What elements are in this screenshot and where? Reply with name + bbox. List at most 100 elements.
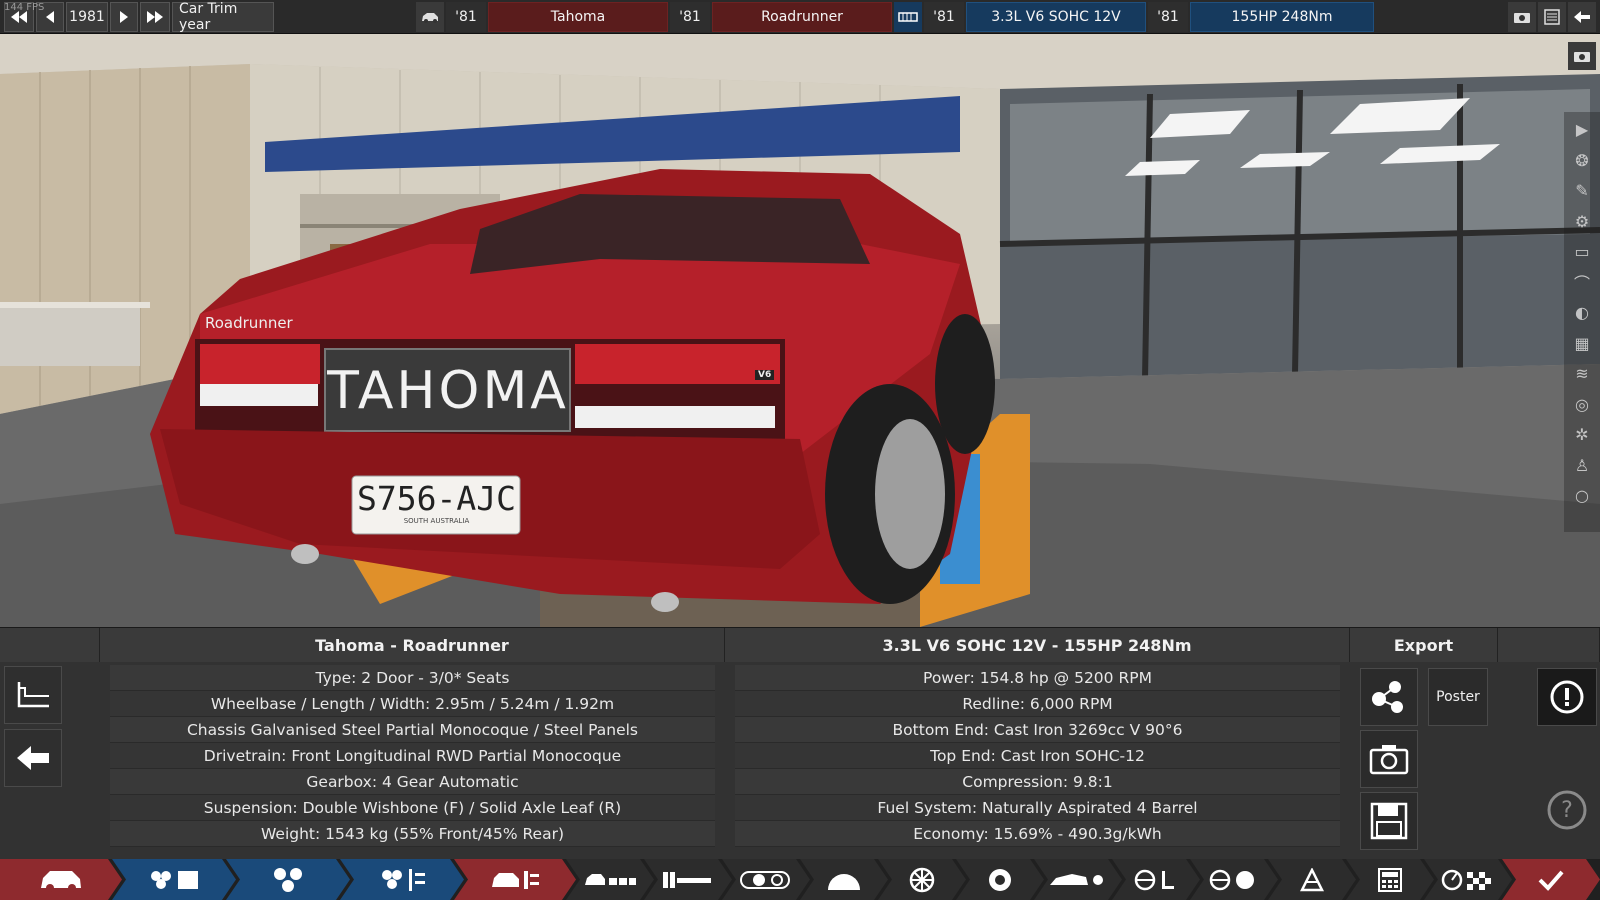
interior-icon[interactable]: ◐ xyxy=(1569,300,1595,326)
tab-suspension[interactable] xyxy=(644,859,732,900)
screenshot-button[interactable] xyxy=(1508,1,1536,32)
chassis-icon[interactable]: ▭ xyxy=(1569,239,1595,265)
tab-engine-tuning[interactable] xyxy=(340,859,464,900)
car-body-icon xyxy=(38,866,84,894)
drivetrain-icon xyxy=(739,868,793,892)
trim-selector[interactable]: Roadrunner xyxy=(712,1,892,32)
back-arrow-button[interactable] xyxy=(4,729,62,787)
wheel-icon[interactable]: ❂ xyxy=(1569,147,1595,173)
engine-year: '81 xyxy=(924,1,964,32)
poster-button[interactable]: Poster xyxy=(1428,668,1488,726)
tab-engine-family[interactable] xyxy=(112,859,236,900)
tab-trim[interactable] xyxy=(454,859,576,900)
tyre-icon xyxy=(986,866,1014,894)
car-info-weight: Weight: 1543 kg (55% Front/45% Rear) xyxy=(110,821,715,847)
engine-info-compression: Compression: 9.8:1 xyxy=(735,769,1340,795)
camera-icon xyxy=(1514,12,1530,23)
car-info-suspension: Suspension: Double Wishbone (F) / Solid … xyxy=(110,795,715,821)
fast-forward-year-button[interactable] xyxy=(140,1,170,32)
share-button[interactable] xyxy=(1360,668,1418,726)
share-icon xyxy=(1372,681,1403,713)
car-info-dimensions: Wheelbase / Length / Width: 2.95m / 5.24… xyxy=(110,691,715,717)
rear-model-lettering: TAHOMA xyxy=(327,361,569,421)
test-track-icon xyxy=(1441,868,1495,892)
tab-fixtures[interactable] xyxy=(1268,859,1356,900)
top-bar: 144 FPS 1981 Car Trim year '81 Tahoma '8… xyxy=(0,0,1600,34)
trim-badge: Roadrunner xyxy=(205,314,293,332)
prev-icon xyxy=(46,10,54,23)
model-selector[interactable]: Tahoma xyxy=(488,1,668,32)
tab-drivetrain[interactable] xyxy=(722,859,810,900)
fast-forward-icon xyxy=(147,10,163,23)
help-button[interactable]: ? xyxy=(1545,788,1589,832)
crash-test-icon xyxy=(1209,868,1259,892)
trim-icon xyxy=(489,867,541,893)
engine-info-title: 3.3L V6 SOHC 12V - 155HP 248Nm xyxy=(725,628,1350,662)
engine-info-bottom-end: Bottom End: Cast Iron 3269cc V 90°6 xyxy=(735,717,1340,743)
paint-icon[interactable]: ✎ xyxy=(1569,178,1595,204)
back-button[interactable] xyxy=(1568,1,1596,32)
tab-stats[interactable] xyxy=(1346,859,1434,900)
suspension-icon xyxy=(661,869,715,891)
chassis-icon xyxy=(583,869,637,891)
tab-testing[interactable] xyxy=(1424,859,1512,900)
engine-info-economy: Economy: 15.69% - 490.3g/kWh xyxy=(735,821,1340,847)
engine-view-icon[interactable]: ⚙ xyxy=(1569,208,1595,234)
tab-safety[interactable] xyxy=(1190,859,1278,900)
person-icon[interactable]: ♙ xyxy=(1569,452,1595,478)
tab-finish[interactable] xyxy=(1502,859,1600,900)
engine-block-icon xyxy=(146,867,202,893)
brake-icon[interactable]: ◎ xyxy=(1569,391,1595,417)
car-icon xyxy=(422,12,438,23)
circle-icon[interactable]: ○ xyxy=(1569,483,1595,509)
car-model-icon[interactable] xyxy=(416,1,444,32)
gearbox-icon[interactable]: ▦ xyxy=(1569,330,1595,356)
tab-wheels[interactable] xyxy=(878,859,966,900)
variant-selector[interactable]: 155HP 248Nm xyxy=(1190,1,1374,32)
stats-button[interactable] xyxy=(1538,1,1566,32)
back-arrow-icon xyxy=(17,746,49,770)
car-info-title: Tahoma - Roadrunner xyxy=(100,628,725,662)
tab-interior[interactable] xyxy=(1112,859,1200,900)
tab-tyres[interactable] xyxy=(956,859,1044,900)
tab-aero[interactable] xyxy=(1034,859,1122,900)
app-window: 144 FPS 1981 Car Trim year '81 Tahoma '8… xyxy=(0,0,1600,900)
plate-region: SOUTH AUSTRALIA xyxy=(403,517,470,525)
car-info-chassis: Chassis Galvanised Steel Partial Monocoq… xyxy=(110,717,715,743)
export-screenshot-button[interactable] xyxy=(1360,730,1418,788)
checkmark-icon xyxy=(1537,868,1565,892)
suspension-icon[interactable]: ≋ xyxy=(1569,361,1595,387)
gauge-icon xyxy=(824,868,864,892)
engine-info-redline: Redline: 6,000 RPM xyxy=(735,691,1340,717)
warning-button[interactable] xyxy=(1537,668,1597,726)
body-icon[interactable]: ⌒ xyxy=(1569,269,1595,295)
engine-info-top-end: Top End: Cast Iron SOHC-12 xyxy=(735,743,1340,769)
tab-car-model[interactable] xyxy=(0,859,122,900)
year-field[interactable]: 1981 xyxy=(66,1,108,32)
trim-year: '81 xyxy=(670,1,710,32)
car-info-gearbox: Gearbox: 4 Gear Automatic xyxy=(110,769,715,795)
tab-engine-parts[interactable] xyxy=(226,859,350,900)
camera-reset-button[interactable] xyxy=(4,666,62,724)
engine-tune-icon xyxy=(377,867,427,893)
designer-tabs xyxy=(0,859,1600,900)
settings-icon[interactable]: ✲ xyxy=(1569,422,1595,448)
v6-badge: V6 xyxy=(755,370,775,380)
camera-icon xyxy=(1574,52,1590,62)
photo-mode-button[interactable] xyxy=(1568,42,1596,70)
fixture-icon xyxy=(1298,868,1326,892)
save-button[interactable] xyxy=(1360,792,1418,850)
steering-wheel-icon xyxy=(1134,868,1178,892)
engine-selector[interactable]: 3.3L V6 SOHC 12V xyxy=(966,1,1146,32)
car-info-drivetrain: Drivetrain: Front Longitudinal RWD Parti… xyxy=(110,743,715,769)
license-plate: S756-AJC xyxy=(357,478,516,518)
tab-brakes[interactable] xyxy=(800,859,888,900)
engine-family-icon[interactable] xyxy=(894,1,922,32)
tab-chassis[interactable] xyxy=(566,859,654,900)
help-icon: ? xyxy=(1547,790,1587,830)
aero-icon xyxy=(1048,869,1108,891)
car-3d-viewport[interactable]: Roadrunner V6 TAHOMA S756-AJC SOUTH AUST… xyxy=(0,34,1600,627)
next-year-button[interactable] xyxy=(110,1,138,32)
save-icon xyxy=(1370,802,1408,840)
play-icon[interactable]: ▶ xyxy=(1569,117,1595,143)
